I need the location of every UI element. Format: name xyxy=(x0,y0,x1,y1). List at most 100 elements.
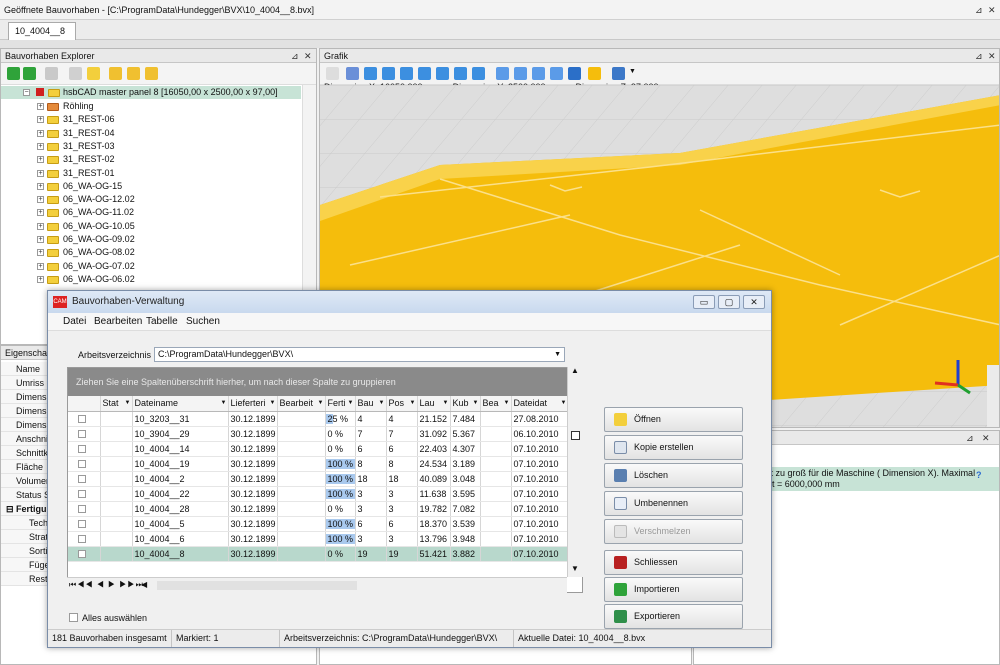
row-checkbox[interactable] xyxy=(78,520,86,529)
row-checkbox[interactable] xyxy=(78,535,86,544)
tree-item[interactable]: +06_WA-OG-09.02 xyxy=(1,233,301,246)
row-checkbox[interactable] xyxy=(78,490,86,499)
close-icon[interactable]: ✕ xyxy=(988,49,996,63)
filter-dropdown-icon[interactable]: ▼ xyxy=(379,400,385,406)
tree-item[interactable]: +06_WA-OG-07.02 xyxy=(1,260,301,273)
expand-icon[interactable]: + xyxy=(37,196,44,204)
scroll-left-icon[interactable]: ◀ xyxy=(141,580,147,589)
zoom-icon[interactable] xyxy=(496,67,509,80)
minimize-button[interactable]: ▭ xyxy=(693,295,715,309)
tree-item[interactable]: +31_REST-01 xyxy=(1,167,301,180)
view-iso-icon[interactable] xyxy=(364,67,377,80)
column-header[interactable]: Pos ▼ xyxy=(386,396,418,412)
property-row[interactable]: Rest xyxy=(1,572,51,586)
pin-icon[interactable]: ⊿ xyxy=(291,49,299,63)
expand-icon[interactable]: + xyxy=(37,262,44,270)
expand-icon[interactable]: + xyxy=(37,156,44,164)
property-row[interactable]: Status S xyxy=(1,488,51,502)
close-button[interactable]: ✕ xyxy=(743,295,765,309)
column-header[interactable]: Bearbeit ▼ xyxy=(277,396,326,412)
close-project-button[interactable]: Schliessen xyxy=(604,550,743,575)
property-row[interactable]: Dimensi xyxy=(1,418,51,432)
help-icon[interactable]: ? xyxy=(976,470,982,480)
filter-dropdown-icon[interactable]: ▼ xyxy=(125,400,131,406)
pan-icon[interactable] xyxy=(550,67,563,80)
column-header[interactable]: Kub ▼ xyxy=(450,396,481,412)
pin-icon[interactable]: ⊿ xyxy=(975,0,983,20)
row-checkbox[interactable] xyxy=(78,475,86,484)
view-bottom-icon[interactable] xyxy=(472,67,485,80)
home-view-icon[interactable] xyxy=(346,67,359,80)
row-checkbox[interactable] xyxy=(78,445,86,454)
folder-new-icon[interactable] xyxy=(87,67,100,80)
table-row[interactable]: 10_3203__31 30.12.1899 25 % 4 4 21.152 7.484 27… xyxy=(68,411,569,427)
column-header[interactable]: Dateidat ▼ xyxy=(511,396,569,412)
pin-icon[interactable]: ⊿ xyxy=(975,49,983,63)
arrow-up-icon[interactable] xyxy=(23,67,36,80)
filter-dropdown-icon[interactable]: ▼ xyxy=(318,400,324,406)
menu-tabelle[interactable]: Tabelle xyxy=(146,316,178,327)
record-navigation-icon[interactable]: ⏮◀◀ ◀ ▶ ▶▶⏭ xyxy=(69,580,144,590)
filter-dropdown-icon[interactable]: ▼ xyxy=(504,400,510,406)
expand-icon[interactable]: + xyxy=(37,182,44,190)
dropdown-arrow-icon[interactable]: ▼ xyxy=(629,68,636,75)
link-icon[interactable] xyxy=(45,67,58,80)
workdir-select[interactable]: C:\ProgramData\Hundegger\BVX\ ▼ xyxy=(154,347,565,362)
column-header[interactable]: Dateiname ▼ xyxy=(132,396,229,412)
table-row[interactable]: 10_3904__29 30.12.1899 0 % 7 7 31.092 5.367 06.… xyxy=(68,426,569,442)
expand-icon[interactable]: + xyxy=(37,236,44,243)
view-front-icon[interactable] xyxy=(382,67,395,80)
expand-icon[interactable]: + xyxy=(37,209,44,217)
column-header[interactable]: Ferti ▼ xyxy=(325,396,356,412)
display-options-icon[interactable] xyxy=(612,67,625,80)
filter-dropdown-icon[interactable]: ▼ xyxy=(443,400,449,406)
view-right-icon[interactable] xyxy=(436,67,449,80)
expand-icon[interactable]: + xyxy=(37,249,44,257)
column-header[interactable]: Lau ▼ xyxy=(417,396,451,412)
filter-dropdown-icon[interactable]: ▼ xyxy=(473,400,479,406)
property-row[interactable]: Sorti xyxy=(1,544,51,558)
column-header[interactable]: Stat ▼ xyxy=(100,396,133,412)
property-section-header[interactable]: ⊟ Fertigu xyxy=(1,502,51,516)
row-checkbox[interactable] xyxy=(78,550,86,559)
select-cursor-icon[interactable] xyxy=(326,67,339,80)
property-row[interactable]: Tech xyxy=(1,516,51,530)
grid-vertical-scrollbar[interactable]: ▲ ▼ xyxy=(567,366,583,577)
property-row[interactable]: Strat xyxy=(1,530,51,544)
column-header[interactable] xyxy=(68,396,101,412)
expand-icon[interactable]: + xyxy=(37,275,44,283)
filter-dropdown-icon[interactable]: ▼ xyxy=(270,400,276,406)
import-button[interactable]: Importieren xyxy=(604,577,743,602)
tree-item[interactable]: +06_WA-OG-11.02 xyxy=(1,206,301,219)
expand-icon[interactable]: + xyxy=(37,116,44,124)
tree-item[interactable]: +31_REST-04 xyxy=(1,127,301,140)
select-all-checkbox[interactable] xyxy=(69,613,78,622)
group-by-area[interactable]: Ziehen Sie eine Spaltenüberschrift hierh… xyxy=(68,368,568,396)
filter-dropdown-icon[interactable]: ▼ xyxy=(410,400,416,406)
expand-icon[interactable]: + xyxy=(37,103,44,110)
property-row[interactable]: Schnittk xyxy=(1,446,51,460)
expand-icon[interactable]: + xyxy=(37,129,44,137)
column-header[interactable]: Bau ▼ xyxy=(355,396,387,412)
chevron-down-icon[interactable]: ▼ xyxy=(554,348,561,361)
tree-item[interactable]: +06_WA-OG-15 xyxy=(1,180,301,193)
column-header[interactable]: Bea ▼ xyxy=(480,396,512,412)
filter-dropdown-icon[interactable]: ▼ xyxy=(348,400,354,406)
tree-item[interactable]: +31_REST-02 xyxy=(1,153,301,166)
scroll-thumb[interactable] xyxy=(571,431,580,440)
column-header[interactable]: Lieferteri ▼ xyxy=(228,396,278,412)
table-row[interactable]: 10_4004__6 30.12.1899 100 % 3 3 13.796 3.948 07… xyxy=(68,531,569,547)
arrow-down-icon[interactable] xyxy=(7,67,20,80)
row-checkbox[interactable] xyxy=(78,415,86,424)
scroll-up-icon[interactable]: ▲ xyxy=(571,366,579,375)
merge-button[interactable]: Verschmelzen xyxy=(604,519,743,544)
rename-button[interactable]: Umbenennen xyxy=(604,491,743,516)
tree-item[interactable]: +31_REST-03 xyxy=(1,140,301,153)
row-checkbox[interactable] xyxy=(78,430,86,439)
property-row[interactable]: Dimensi xyxy=(1,404,51,418)
collapse-icon[interactable]: ⊟ xyxy=(6,504,16,514)
menu-suchen[interactable]: Suchen xyxy=(186,316,220,327)
copy-button[interactable]: Kopie erstellen xyxy=(604,435,743,460)
zoom-extents-icon[interactable] xyxy=(532,67,545,80)
row-checkbox[interactable] xyxy=(78,505,86,514)
